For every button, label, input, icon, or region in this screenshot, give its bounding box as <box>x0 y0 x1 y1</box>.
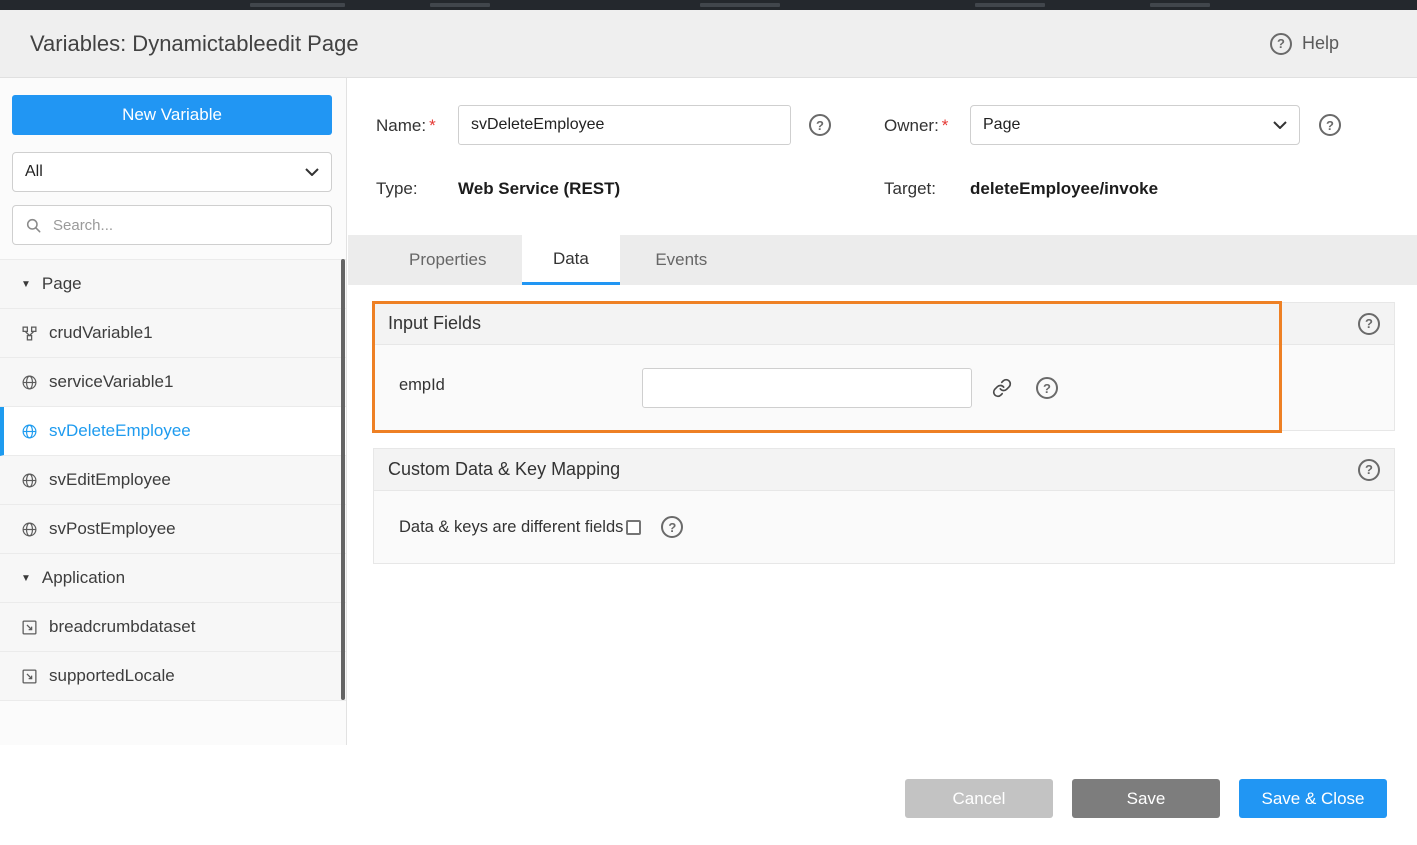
background-fragment <box>700 3 780 7</box>
help-button[interactable]: ? Help <box>1270 10 1339 77</box>
target-label: Target: <box>884 179 936 199</box>
name-label: Name:* <box>376 116 436 136</box>
variables-sidebar: New Variable All ▼ Page crudVariable1 <box>0 78 347 745</box>
background-app-strip <box>0 0 1417 10</box>
required-marker: * <box>942 116 949 135</box>
search-input[interactable] <box>51 216 319 235</box>
sidebar-item-breadcrumbdataset[interactable]: breadcrumbdataset <box>0 603 346 652</box>
sidebar-item-svdeleteemployee[interactable]: svDeleteEmployee <box>0 407 346 456</box>
cancel-button[interactable]: Cancel <box>905 779 1053 818</box>
sidebar-item-sveditemployee[interactable]: svEditEmployee <box>0 456 346 505</box>
bind-link-icon[interactable] <box>992 378 1012 398</box>
empid-input[interactable] <box>642 368 972 408</box>
chevron-down-icon <box>305 168 319 176</box>
sidebar-item-label: svPostEmployee <box>49 519 176 539</box>
background-fragment <box>430 3 490 7</box>
background-fragment <box>975 3 1045 7</box>
different-fields-label: Data & keys are different fields <box>399 518 623 537</box>
data-tab-content: Input Fields ? empId ? Custom Data & Key… <box>348 285 1417 845</box>
empid-label: empId <box>399 376 445 395</box>
input-fields-help-icon[interactable]: ? <box>1358 313 1380 335</box>
different-fields-help-icon[interactable]: ? <box>661 516 683 538</box>
new-variable-button[interactable]: New Variable <box>12 95 332 135</box>
service-variable-icon <box>21 521 38 538</box>
save-and-close-button[interactable]: Save & Close <box>1239 779 1387 818</box>
sidebar-item-servicevariable1[interactable]: serviceVariable1 <box>0 358 346 407</box>
sidebar-item-label: crudVariable1 <box>49 323 153 343</box>
dialog-header: Variables: Dynamictableedit Page ? Help <box>0 10 1417 78</box>
search-icon <box>25 217 42 234</box>
name-label-text: Name: <box>376 116 426 135</box>
sidebar-group-application[interactable]: ▼ Application <box>0 554 346 603</box>
input-fields-section: Input Fields ? empId ? <box>373 302 1395 431</box>
owner-select[interactable]: Page <box>970 105 1300 145</box>
tab-properties[interactable]: Properties <box>378 235 517 285</box>
custom-mapping-title: Custom Data & Key Mapping <box>388 459 620 480</box>
owner-label-text: Owner: <box>884 116 939 135</box>
sidebar-item-svpostemployee[interactable]: svPostEmployee <box>0 505 346 554</box>
help-icon: ? <box>1270 33 1292 55</box>
save-button[interactable]: Save <box>1072 779 1220 818</box>
owner-help-icon[interactable]: ? <box>1319 114 1341 136</box>
variable-detail-panel: Name:* ? Owner:* Page ? Type: Web Servic… <box>348 78 1417 845</box>
sidebar-group-page[interactable]: ▼ Page <box>0 260 346 309</box>
owner-label: Owner:* <box>884 116 948 136</box>
tab-events[interactable]: Events <box>624 235 738 285</box>
different-fields-checkbox[interactable] <box>626 520 641 535</box>
type-label: Type: <box>376 179 418 199</box>
service-variable-icon <box>21 423 38 440</box>
custom-mapping-header: Custom Data & Key Mapping ? <box>374 449 1394 491</box>
service-variable-icon <box>21 472 38 489</box>
tab-bar: Properties Data Events <box>348 235 1417 285</box>
sidebar-item-crudvariable1[interactable]: crudVariable1 <box>0 309 346 358</box>
name-input[interactable] <box>458 105 791 145</box>
sidebar-group-label: Page <box>42 274 82 294</box>
owner-select-value: Page <box>983 116 1020 134</box>
sidebar-item-supportedlocale[interactable]: supportedLocale <box>0 652 346 701</box>
input-fields-body: empId ? <box>374 345 1394 430</box>
page-title: Variables: Dynamictableedit Page <box>30 10 359 77</box>
sidebar-item-label: serviceVariable1 <box>49 372 173 392</box>
empid-help-icon[interactable]: ? <box>1036 377 1058 399</box>
sidebar-item-label: supportedLocale <box>49 666 175 686</box>
target-value: deleteEmployee/invoke <box>970 179 1158 199</box>
search-box <box>12 205 332 245</box>
sidebar-group-label: Application <box>42 568 125 588</box>
filter-select-value: All <box>25 163 43 181</box>
input-fields-header: Input Fields ? <box>374 303 1394 345</box>
service-variable-icon <box>21 374 38 391</box>
custom-mapping-help-icon[interactable]: ? <box>1358 459 1380 481</box>
custom-mapping-body: Data & keys are different fields ? <box>374 491 1394 563</box>
sidebar-item-label: svEditEmployee <box>49 470 171 490</box>
variable-list: ▼ Page crudVariable1 serviceVariable1 sv… <box>0 259 346 701</box>
tab-data[interactable]: Data <box>522 235 620 285</box>
background-fragment <box>250 3 345 7</box>
collapse-caret-icon: ▼ <box>21 573 31 584</box>
variable-filter-select[interactable]: All <box>12 152 332 192</box>
required-marker: * <box>429 116 436 135</box>
name-help-icon[interactable]: ? <box>809 114 831 136</box>
collapse-caret-icon: ▼ <box>21 279 31 290</box>
sidebar-item-label: breadcrumbdataset <box>49 617 195 637</box>
chevron-down-icon <box>1273 121 1287 129</box>
dataset-variable-icon <box>21 619 38 636</box>
sidebar-scrollbar[interactable] <box>341 259 345 700</box>
help-label: Help <box>1302 33 1339 54</box>
dataset-variable-icon <box>21 668 38 685</box>
sidebar-item-label: svDeleteEmployee <box>49 421 191 441</box>
crud-variable-icon <box>21 325 38 342</box>
custom-mapping-section: Custom Data & Key Mapping ? Data & keys … <box>373 448 1395 564</box>
background-fragment <box>1150 3 1210 7</box>
dialog-footer: Cancel Save Save & Close <box>905 779 1387 818</box>
type-value: Web Service (REST) <box>458 179 620 199</box>
input-fields-title: Input Fields <box>388 313 481 334</box>
